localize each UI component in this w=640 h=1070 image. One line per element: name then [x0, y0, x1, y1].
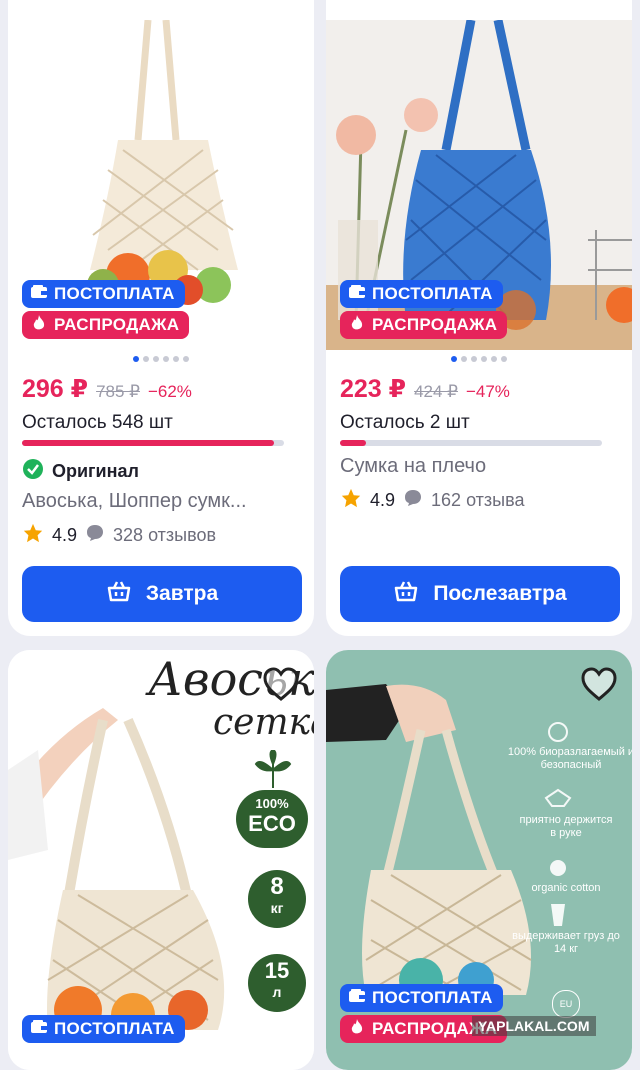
carousel-dot[interactable]: [153, 356, 159, 362]
eco-label: ECO: [248, 811, 296, 836]
postpay-badge: ПОСТОПЛАТА: [22, 1015, 185, 1043]
star-icon: [22, 522, 44, 549]
fire-icon: [348, 314, 366, 337]
reviews-count[interactable]: 328 отзывов: [113, 525, 216, 546]
carousel-dot[interactable]: [501, 356, 507, 362]
feature-biodegradable: 100% биоразлагаемый и безопасный: [507, 746, 632, 771]
postpay-badge: ПОСТОПЛАТА: [340, 984, 503, 1012]
comment-icon: [403, 488, 423, 513]
product-card-3[interactable]: Авоськ сетка 100% ECO 8 кг 15 л ПОСТОПЛА…: [8, 650, 314, 1070]
carousel-dot[interactable]: [133, 356, 139, 362]
product-title[interactable]: Сумка на плечо: [340, 455, 620, 478]
reviews-count[interactable]: 162 отзыва: [431, 490, 524, 511]
postpay-label: ПОСТОПЛАТА: [372, 988, 493, 1007]
feature-comfortable: приятно держится в руке: [519, 814, 613, 839]
carousel-dot[interactable]: [481, 356, 487, 362]
product-card-4[interactable]: 100% биоразлагаемый и безопасный приятно…: [326, 650, 632, 1070]
discount: −62%: [147, 382, 192, 401]
check-icon: [22, 458, 44, 485]
old-price: 424 ₽: [414, 382, 458, 401]
feature-load: выдерживает груз до 14 кг: [512, 930, 620, 955]
stock-bar: [340, 440, 602, 446]
heart-icon[interactable]: [580, 666, 618, 702]
star-icon: [340, 487, 362, 514]
heart-icon[interactable]: [262, 666, 300, 702]
product-photo[interactable]: Авоськ сетка 100% ECO 8 кг 15 л: [8, 650, 314, 1070]
price-row: 296 ₽ 785 ₽ −62%: [22, 374, 192, 404]
wallet-icon: [348, 283, 366, 306]
image-carousel-dots: [8, 356, 314, 362]
sale-label: РАСПРОДАЖА: [372, 315, 498, 334]
postpay-label: ПОСТОПЛАТА: [54, 1019, 175, 1038]
feature-organic-cotton: organic cotton: [531, 882, 601, 894]
sale-badge: РАСПРОДАЖА: [340, 311, 508, 339]
price-row: 223 ₽ 424 ₽ −47%: [340, 374, 510, 404]
delivery-button[interactable]: Завтра: [22, 566, 302, 622]
rating-row: 4.9 328 отзывов: [22, 522, 216, 549]
stock-bar-fill: [340, 440, 367, 446]
product-card-1[interactable]: ПОСТОПЛАТА РАСПРОДАЖА 296 ₽ 785 ₽ −62% О…: [8, 0, 314, 636]
stock-bar-fill: [22, 440, 274, 446]
postpay-label: ПОСТОПЛАТА: [54, 284, 175, 303]
delivery-button-label: Послезавтра: [433, 582, 567, 605]
postpay-label: ПОСТОПЛАТА: [372, 284, 493, 303]
current-price: 296 ₽: [22, 375, 89, 403]
discount: −47%: [465, 382, 510, 401]
comment-icon: [85, 523, 105, 548]
weight-badge: 8 кг: [248, 870, 306, 928]
fire-icon: [348, 1018, 366, 1041]
volume-number: 15: [264, 958, 290, 983]
watermark: YAPLAKAL.COM: [472, 1016, 596, 1036]
carousel-dot[interactable]: [163, 356, 169, 362]
volume-unit: л: [272, 984, 282, 1000]
current-price: 223 ₽: [340, 375, 407, 403]
sale-label: РАСПРОДАЖА: [54, 315, 180, 334]
eu-label: EU: [552, 990, 580, 1018]
volume-badge: 15 л: [248, 954, 306, 1012]
sale-badge: РАСПРОДАЖА: [22, 311, 190, 339]
postpay-badge: ПОСТОПЛАТА: [22, 280, 185, 308]
delivery-button[interactable]: Послезавтра: [340, 566, 620, 622]
fire-icon: [30, 314, 48, 337]
product-title[interactable]: Авоська, Шоппер сумк...: [22, 490, 302, 513]
carousel-dot[interactable]: [143, 356, 149, 362]
stock-left: Осталось 2 шт: [340, 412, 470, 433]
wallet-icon: [30, 283, 48, 306]
image-carousel-dots: [326, 356, 632, 362]
eco-badge: 100% ECO: [236, 790, 308, 848]
carousel-dot[interactable]: [173, 356, 179, 362]
basket-icon: [393, 579, 419, 609]
stock-left: Осталось 548 шт: [22, 412, 173, 433]
stock-bar: [22, 440, 284, 446]
rating-value: 4.9: [52, 525, 78, 545]
weight-number: 8: [270, 873, 284, 900]
weight-unit: кг: [270, 900, 284, 916]
product-card-2[interactable]: ПОСТОПЛАТА РАСПРОДАЖА 223 ₽ 424 ₽ −47% О…: [326, 0, 632, 636]
image-title-line2: сетка: [213, 702, 314, 743]
carousel-dot[interactable]: [461, 356, 467, 362]
carousel-dot[interactable]: [471, 356, 477, 362]
old-price: 785 ₽: [96, 382, 140, 401]
delivery-button-label: Завтра: [145, 582, 219, 605]
rating-row: 4.9 162 отзыва: [340, 487, 525, 514]
original-label: Оригинал: [52, 461, 139, 481]
eco-percent: 100%: [255, 796, 289, 811]
carousel-dot[interactable]: [491, 356, 497, 362]
carousel-dot[interactable]: [451, 356, 457, 362]
postpay-badge: ПОСТОПЛАТА: [340, 280, 503, 308]
wallet-icon: [348, 987, 366, 1010]
leaves-icon: [254, 750, 292, 788]
original-badge: Оригинал: [22, 458, 139, 485]
basket-icon: [106, 579, 132, 609]
rating-value: 4.9: [370, 490, 396, 510]
carousel-dot[interactable]: [183, 356, 189, 362]
wallet-icon: [30, 1018, 48, 1041]
